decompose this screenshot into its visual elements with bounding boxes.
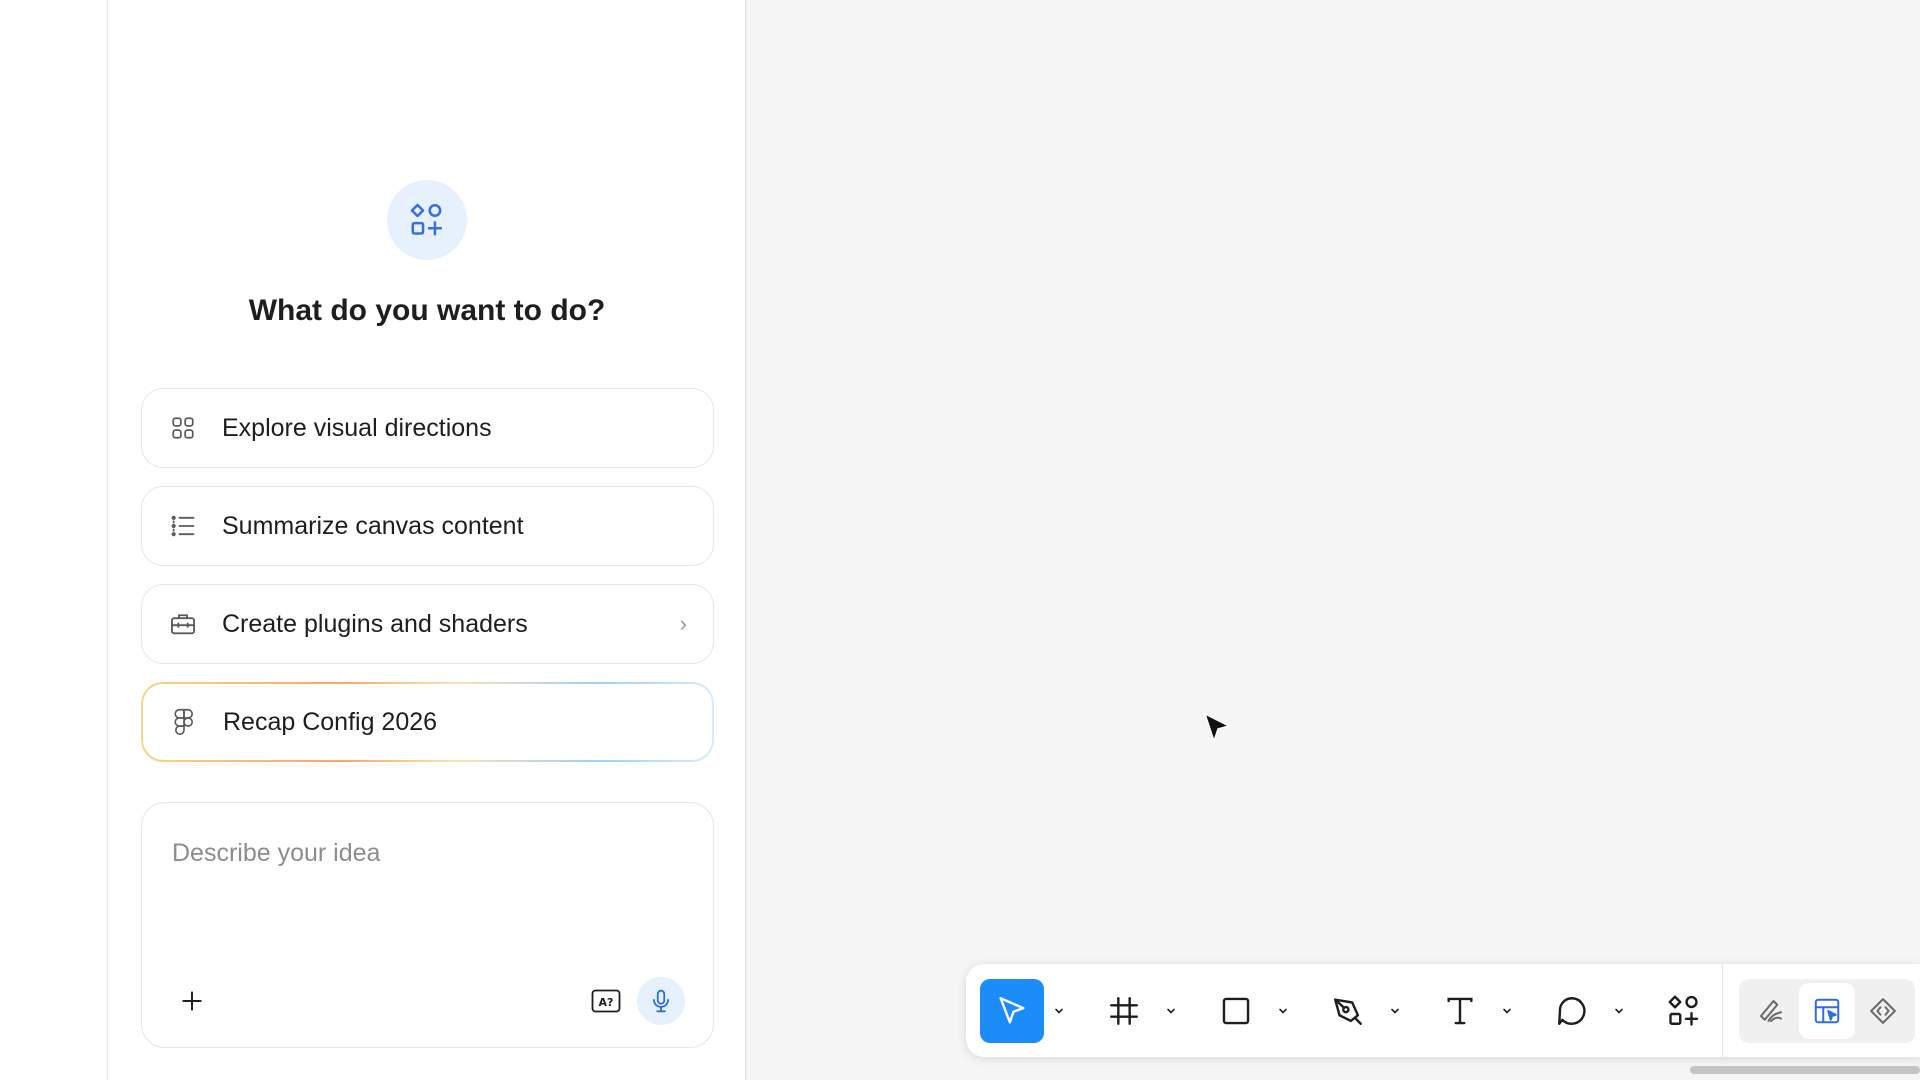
toolbox-icon	[168, 609, 198, 639]
tool-rectangle[interactable]	[1204, 979, 1268, 1043]
panel-title: What do you want to do?	[248, 294, 606, 327]
chevron-down-icon	[1391, 1008, 1399, 1014]
pen-icon	[1334, 997, 1362, 1025]
tool-move-dropdown[interactable]	[1044, 979, 1074, 1043]
bottom-toolbar	[966, 964, 1920, 1057]
chevron-down-icon	[1167, 1008, 1175, 1014]
rectangle-icon	[1222, 997, 1250, 1024]
mode-switcher	[1739, 978, 1915, 1043]
move-arrow-icon	[999, 996, 1025, 1024]
tool-comment[interactable]	[1540, 979, 1604, 1043]
add-attachment-button[interactable]	[172, 981, 212, 1021]
option-explore-visual-directions[interactable]: Explore visual directions	[141, 388, 714, 468]
chevron-down-icon	[1503, 1008, 1511, 1014]
chevron-down-icon	[1615, 1008, 1623, 1014]
tool-frame-dropdown[interactable]	[1156, 979, 1186, 1043]
horizontal-scrollbar[interactable]	[1690, 1066, 1920, 1074]
shapes-icon	[387, 180, 467, 260]
microphone-icon	[653, 989, 669, 1013]
option-label: Summarize canvas content	[222, 511, 524, 540]
mouse-cursor-icon	[1204, 713, 1230, 742]
comment-icon	[1558, 996, 1586, 1025]
frame-icon	[1110, 996, 1138, 1025]
chevron-down-icon	[1055, 1008, 1063, 1014]
grid-icon	[168, 413, 198, 443]
tool-dev-mode[interactable]	[1855, 983, 1911, 1039]
left-sidebar-strip	[0, 0, 108, 1080]
chevron-down-icon	[1279, 1008, 1287, 1014]
option-label: Recap Config 2026	[223, 707, 438, 736]
prompt-composer: A?	[141, 802, 714, 1048]
shapes-icon	[1668, 995, 1699, 1026]
figma-logo-icon	[169, 707, 199, 737]
tool-pen[interactable]	[1316, 979, 1380, 1043]
text-icon	[1447, 997, 1473, 1024]
design-canvas[interactable]	[747, 0, 1920, 1080]
plus-icon	[182, 991, 202, 1011]
tool-design-mode[interactable]	[1799, 982, 1855, 1039]
chevron-right-icon: ›	[679, 611, 687, 636]
option-label: Create plugins and shaders	[222, 609, 528, 638]
list-icon	[168, 511, 198, 541]
tool-move[interactable]	[980, 978, 1044, 1043]
tool-text-dropdown[interactable]	[1492, 979, 1522, 1043]
tool-text[interactable]	[1428, 979, 1492, 1043]
dev-mode-icon	[1870, 997, 1896, 1024]
ai-assistant-panel: What do you want to do? Explore visual d…	[108, 0, 746, 1080]
tool-frame[interactable]	[1092, 979, 1156, 1043]
tool-draw-mode[interactable]	[1743, 983, 1799, 1039]
ai-text-icon: A?	[591, 989, 621, 1013]
voice-input-button[interactable]	[637, 977, 685, 1025]
svg-text:A?: A?	[599, 996, 614, 1009]
option-create-plugins-and-shaders[interactable]: Create plugins and shaders ›	[141, 584, 714, 664]
option-label: Explore visual directions	[222, 413, 492, 442]
ai-model-button[interactable]: A?	[586, 981, 626, 1021]
describe-idea-input[interactable]	[172, 833, 672, 873]
tool-comment-dropdown[interactable]	[1604, 979, 1634, 1043]
tool-actions[interactable]	[1652, 979, 1716, 1043]
option-summarize-canvas-content[interactable]: Summarize canvas content	[141, 486, 714, 566]
toolbar-divider	[1722, 964, 1723, 1057]
draw-icon	[1760, 999, 1782, 1022]
option-recap-config-2026[interactable]: Recap Config 2026	[141, 682, 714, 762]
tool-pen-dropdown[interactable]	[1380, 979, 1410, 1043]
design-mode-icon	[1814, 998, 1840, 1023]
tool-rectangle-dropdown[interactable]	[1268, 979, 1298, 1043]
